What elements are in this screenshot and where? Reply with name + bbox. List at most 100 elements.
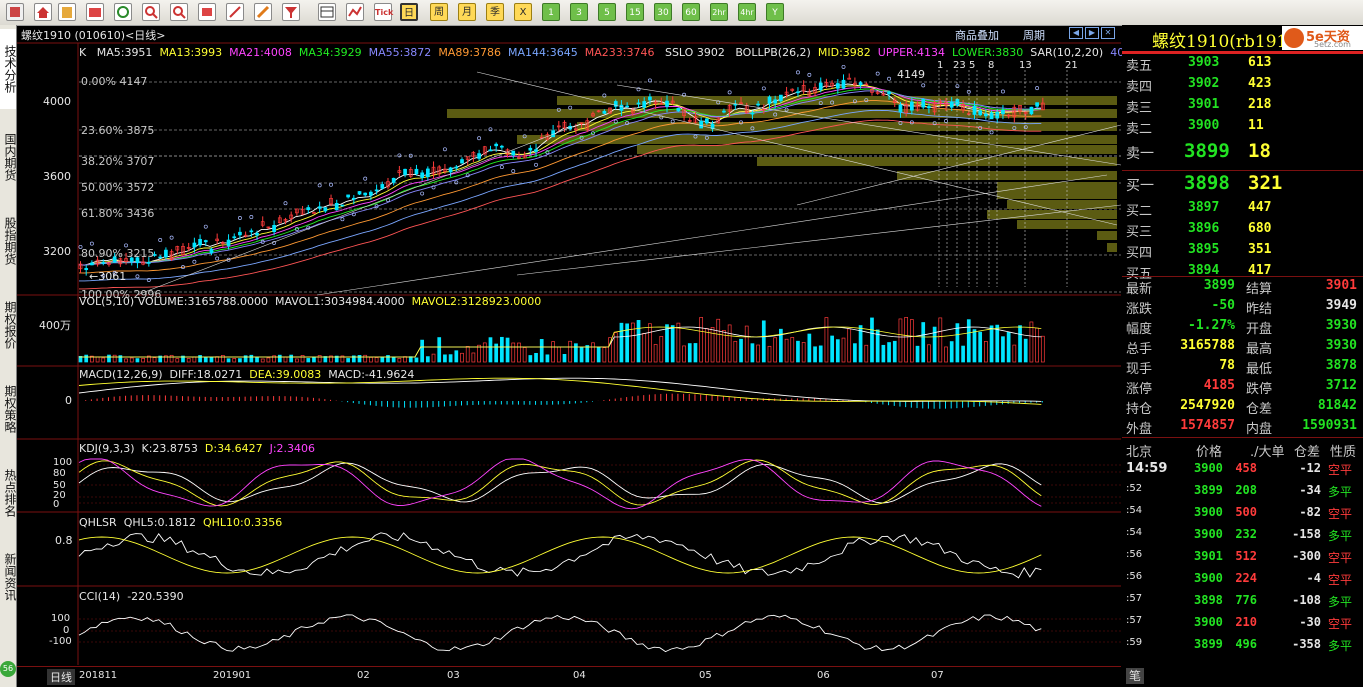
fib-label-236: 23.60% 3875 (81, 124, 155, 137)
volume-profile-bar (987, 210, 1117, 219)
period-day-button[interactable]: 日 (400, 3, 418, 21)
sidebar-tab-technical[interactable]: 技术分析 (0, 29, 17, 109)
window-icon[interactable] (198, 3, 216, 21)
period-15-button[interactable]: 15 (626, 3, 644, 21)
chart-canvas (17, 42, 1121, 665)
tick-row[interactable]: :52 3899 208 -34 多平 (1122, 483, 1363, 504)
volume-bar (312, 356, 316, 363)
table-icon[interactable] (318, 3, 336, 21)
bid-row[interactable]: 买二 3897 447 (1122, 200, 1363, 221)
volume-bar (841, 337, 846, 363)
tick-header-big: ./大单 (1250, 445, 1285, 460)
kdj-axis-0: 0 (53, 499, 60, 510)
bid-row[interactable]: 买三 3896 680 (1122, 221, 1363, 242)
candle-body (722, 110, 726, 113)
period-week-button[interactable]: 周 (430, 3, 448, 21)
zoom-in-icon[interactable] (142, 3, 160, 21)
sidebar-tab-index-futures[interactable]: 股指期货 (0, 201, 17, 281)
volume-bar (203, 357, 208, 363)
tick-tab[interactable]: 笔 (1126, 668, 1144, 684)
book-icon[interactable] (58, 3, 76, 21)
zoom-out-icon[interactable] (170, 3, 188, 21)
sar-dot (761, 86, 766, 91)
tick-oi: -108 (1292, 593, 1321, 607)
tick-volume: 210 (1235, 615, 1257, 629)
volume-bar (443, 354, 447, 363)
pen-icon[interactable] (226, 3, 244, 21)
period-30-button[interactable]: 30 (654, 3, 672, 21)
period-2hr-button[interactable]: 2hr (710, 3, 728, 21)
candle-body (414, 168, 419, 175)
filter-icon[interactable] (282, 3, 300, 21)
volume-bar (619, 322, 624, 363)
candle-body (602, 110, 607, 114)
period-5-button[interactable]: 5 (598, 3, 616, 21)
legend-lower: LOWER:3830 (952, 46, 1024, 59)
tick-row[interactable]: :54 3900 500 -82 空平 (1122, 505, 1363, 526)
tick-row[interactable]: 14:59 3900 458 -12 空平 (1122, 461, 1363, 482)
home-icon[interactable] (6, 3, 24, 21)
overlay-button[interactable]: 商品叠加 (955, 27, 999, 43)
tick-row[interactable]: :59 3899 496 -358 多平 (1122, 637, 1363, 658)
bid-row[interactable]: 买一 3898 321 (1122, 172, 1363, 196)
tick-row[interactable]: :56 3900 224 -4 空平 (1122, 571, 1363, 592)
sidebar-tab-options-quote[interactable]: 期权报价 (0, 285, 17, 365)
bid-volume: 447 (1248, 200, 1272, 215)
ask-row[interactable]: 卖三 3901 218 (1122, 97, 1363, 118)
x-button[interactable]: X (514, 3, 532, 21)
ask-row[interactable]: 卖二 3900 11 (1122, 118, 1363, 139)
period-year-button[interactable]: Y (766, 3, 784, 21)
tick-nature: 空平 (1328, 463, 1353, 477)
sar-dot (158, 238, 163, 242)
ask-row[interactable]: 卖一 3899 18 (1122, 140, 1363, 164)
tick-row[interactable]: :56 3901 512 -300 空平 (1122, 549, 1363, 570)
close-icon[interactable]: ✕ (1101, 27, 1115, 39)
period-1-button[interactable]: 1 (542, 3, 560, 21)
period-60-button[interactable]: 60 (682, 3, 700, 21)
daily-tab[interactable]: 日线 (47, 669, 75, 685)
sidebar-tab-news[interactable]: 新闻资讯 (0, 537, 17, 617)
volume-bar (881, 344, 886, 363)
refresh-icon[interactable] (114, 3, 132, 21)
sar-dot (727, 90, 732, 95)
chevron-left-icon[interactable]: ◀ (1069, 27, 1083, 39)
tick-row[interactable]: :57 3900 210 -30 空平 (1122, 615, 1363, 636)
tick-button[interactable]: Tick (374, 3, 393, 21)
line-chart-icon[interactable] (346, 3, 364, 21)
volume-bar (682, 345, 686, 363)
chevron-right-icon[interactable]: ▶ (1085, 27, 1099, 39)
volume-bar (744, 325, 749, 363)
chart-icon[interactable] (86, 3, 104, 21)
period-month-button[interactable]: 月 (458, 3, 476, 21)
sidebar-tab-options-strategy[interactable]: 期权策略 (0, 369, 17, 449)
volume-bar (596, 346, 601, 363)
volume-bar (300, 355, 305, 363)
volume-profile-bar (997, 190, 1117, 199)
nav-arrows[interactable]: ◀ ▶ ✕ (1069, 27, 1117, 39)
tick-time: 14:59 (1126, 461, 1168, 476)
period-button[interactable]: 周期 (1023, 27, 1045, 43)
period-3-button[interactable]: 3 (570, 3, 588, 21)
volume-bar (277, 354, 282, 363)
candle-body (226, 239, 231, 247)
sidebar-tab-domestic-futures[interactable]: 国内期货 (0, 117, 17, 197)
ask-row[interactable]: 卖五 3903 613 (1122, 55, 1363, 76)
tool-icon[interactable] (254, 3, 272, 21)
tick-volume: 458 (1235, 461, 1257, 475)
volume-bar (522, 347, 527, 363)
tick-row[interactable]: :57 3898 776 -108 多平 (1122, 593, 1363, 614)
volume-bar (813, 346, 817, 363)
sidebar-tab-hot-rank[interactable]: 热点排名 (0, 453, 17, 533)
period-4hr-button[interactable]: 4hr (738, 3, 756, 21)
tick-row[interactable]: :54 3900 232 -158 多平 (1122, 527, 1363, 548)
period-season-button[interactable]: 季 (486, 3, 504, 21)
chart-area[interactable]: 螺纹1910 (010610)<日线> 商品叠加 周期 ◀ ▶ ✕ K MA5:… (17, 25, 1138, 685)
volume-bar (898, 318, 903, 363)
candle-body (425, 168, 430, 177)
house-icon[interactable] (34, 3, 52, 21)
volume-bar (716, 318, 721, 363)
volume-profile-bar (997, 182, 1117, 191)
bid-row[interactable]: 买四 3895 351 (1122, 242, 1363, 263)
ask-row[interactable]: 卖四 3902 423 (1122, 76, 1363, 97)
stat-label-2: 仓差 (1246, 402, 1273, 417)
